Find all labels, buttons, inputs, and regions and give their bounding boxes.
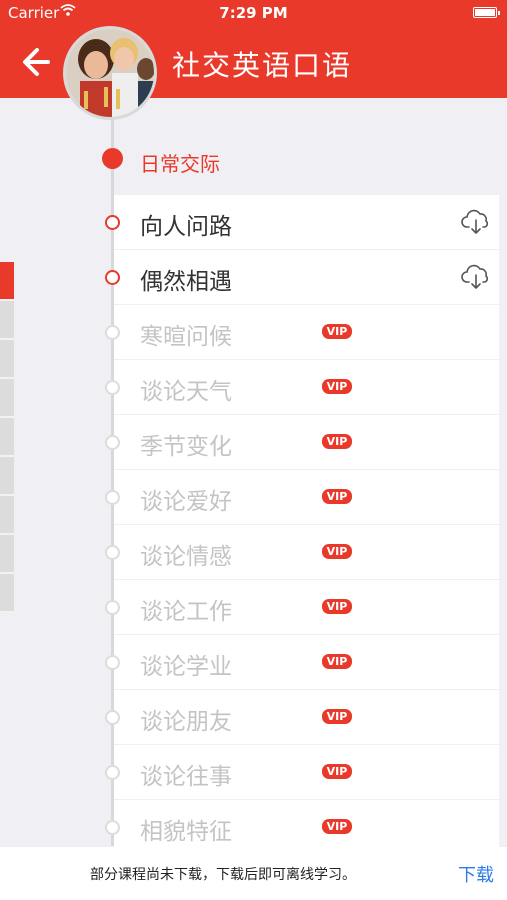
page-title: 社交英语口语 — [172, 49, 353, 82]
lesson-title: 季节变化 — [140, 434, 232, 460]
lesson-title: 谈论工作 — [140, 599, 232, 625]
lesson-item[interactable]: 谈论工作 VIP — [0, 580, 507, 634]
vip-badge: VIP — [322, 764, 352, 779]
download-banner: 部分课程尚未下载，下载后即可离线学习。 下载 — [0, 847, 507, 900]
vip-badge: VIP — [322, 489, 352, 504]
timeline-node-icon — [105, 600, 120, 615]
timeline-node-icon — [105, 270, 120, 285]
back-button[interactable] — [18, 42, 58, 82]
lesson-item[interactable]: 谈论天气 VIP — [0, 360, 507, 414]
vip-badge: VIP — [322, 599, 352, 614]
lesson-item[interactable]: 谈论往事 VIP — [0, 745, 507, 799]
lesson-title: 寒暄问候 — [140, 324, 232, 350]
status-bar: Carrier 7:29 PM — [0, 0, 507, 26]
arrow-left-icon — [23, 48, 50, 76]
lesson-item[interactable]: 谈论爱好 VIP — [0, 470, 507, 524]
lesson-title: 谈论爱好 — [140, 489, 232, 515]
vip-badge: VIP — [322, 434, 352, 449]
lesson-title: 谈论学业 — [140, 654, 232, 680]
timeline-node-icon — [105, 215, 120, 230]
timeline-node-icon — [105, 380, 120, 395]
lesson-item[interactable]: 谈论朋友 VIP — [0, 690, 507, 744]
course-cover-avatar — [63, 26, 157, 120]
download-all-button[interactable]: 下载 — [458, 861, 494, 887]
vip-badge: VIP — [322, 709, 352, 724]
lesson-item[interactable]: 向人问路 — [0, 195, 507, 249]
lesson-title: 偶然相遇 — [140, 269, 232, 295]
vip-badge: VIP — [322, 324, 352, 339]
vip-badge: VIP — [322, 654, 352, 669]
timeline-node-icon — [105, 490, 120, 505]
download-banner-message: 部分课程尚未下载，下载后即可离线学习。 — [90, 867, 356, 883]
timeline-node-icon — [105, 655, 120, 670]
timeline-node-icon — [105, 765, 120, 780]
lesson-list: 向人问路 偶然相遇 寒暄问候 VIP 谈论天气 VIP 季节变化 VIP 谈论爱好 VIP 谈论情感… — [0, 195, 507, 855]
cloud-download-icon[interactable] — [461, 209, 491, 235]
lesson-item[interactable]: 季节变化 VIP — [0, 415, 507, 469]
vip-badge: VIP — [322, 379, 352, 394]
lesson-item[interactable]: 谈论学业 VIP — [0, 635, 507, 689]
lesson-title: 谈论天气 — [140, 379, 232, 405]
timeline-node-icon — [105, 710, 120, 725]
nav-bar: 社交英语口语 — [0, 26, 507, 120]
lesson-item[interactable]: 谈论情感 VIP — [0, 525, 507, 579]
cloud-download-icon[interactable] — [461, 264, 491, 290]
battery-icon — [473, 7, 500, 18]
timeline-node-icon — [105, 820, 120, 835]
lesson-item[interactable]: 寒暄问候 VIP — [0, 305, 507, 359]
timeline-node-icon — [105, 435, 120, 450]
lesson-item[interactable]: 相貌特征 VIP — [0, 800, 507, 854]
timeline-node-icon — [105, 325, 120, 340]
section-dot-icon — [102, 148, 123, 169]
lesson-item[interactable]: 偶然相遇 — [0, 250, 507, 304]
lesson-title: 向人问路 — [140, 214, 232, 240]
lesson-title: 谈论往事 — [140, 764, 232, 790]
lesson-title: 谈论朋友 — [140, 709, 232, 735]
lesson-title: 谈论情感 — [140, 544, 232, 570]
vip-badge: VIP — [322, 544, 352, 559]
lesson-title: 相貌特征 — [140, 819, 232, 845]
vip-badge: VIP — [322, 819, 352, 834]
clock: 7:29 PM — [219, 4, 288, 22]
section-title: 日常交际 — [140, 152, 220, 176]
timeline-node-icon — [105, 545, 120, 560]
